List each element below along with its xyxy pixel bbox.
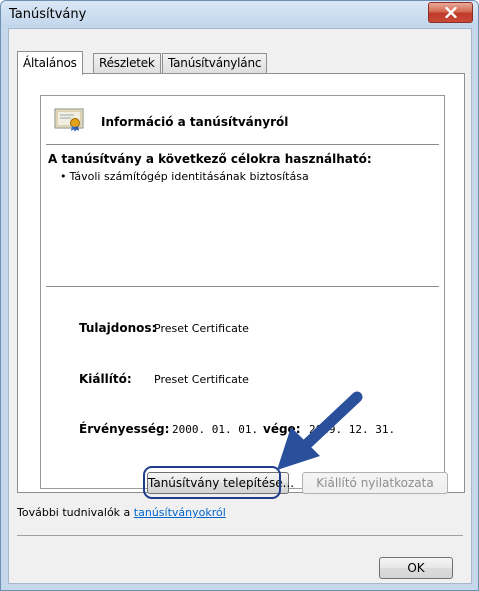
tab-general[interactable]: Általános: [17, 51, 83, 75]
more-info-prefix: További tudnivalók a: [17, 506, 134, 519]
issuer-value: Preset Certificate: [154, 373, 249, 386]
middle-divider: [46, 286, 439, 288]
issuer-statement-button[interactable]: Kiállító nyilatkozata: [302, 472, 448, 494]
dialog-body: Általános Részletek Tanúsítványlánc Info…: [8, 28, 472, 584]
close-icon: [444, 7, 457, 18]
purpose-heading: A tanúsítvány a következő célokra haszná…: [48, 152, 372, 166]
ok-button[interactable]: OK: [379, 557, 453, 579]
info-title: Információ a tanúsítványról: [101, 115, 289, 129]
tab-details[interactable]: Részletek: [93, 53, 161, 74]
window-title: Tanúsítvány: [9, 7, 87, 22]
purpose-text: Távoli számítógép identitásának biztosít…: [69, 170, 309, 183]
footer-divider: [17, 535, 463, 536]
validity-label: Érvényesség:: [79, 422, 170, 436]
certificate-info-box: Információ a tanúsítványról A tanúsítván…: [40, 95, 445, 489]
valid-from-value: 2000. 01. 01.: [172, 423, 259, 436]
owner-label: Tulajdonos:: [79, 321, 157, 335]
top-divider: [46, 144, 439, 146]
certificate-dialog: Tanúsítvány Általános Részletek Tanúsítv…: [0, 0, 479, 591]
general-tab-panel: Információ a tanúsítványról A tanúsítván…: [17, 73, 465, 493]
owner-value: Preset Certificate: [154, 322, 249, 335]
valid-to-value: 2049. 12. 31.: [309, 423, 396, 436]
valid-to-label: vége:: [263, 422, 301, 436]
install-button-highlight: [143, 466, 281, 499]
more-info-text: További tudnivalók a tanúsítványokról: [17, 506, 226, 519]
issuer-label: Kiállító:: [79, 372, 132, 386]
more-info-link[interactable]: tanúsítványokról: [134, 506, 226, 519]
bullet: •: [60, 170, 67, 183]
purpose-item: • Távoli számítógép identitásának biztosí…: [60, 170, 309, 183]
tab-certification-path[interactable]: Tanúsítványlánc: [162, 53, 268, 74]
certificate-icon: [54, 108, 84, 132]
close-button[interactable]: [428, 2, 473, 23]
title-bar[interactable]: Tanúsítvány: [1, 1, 478, 27]
